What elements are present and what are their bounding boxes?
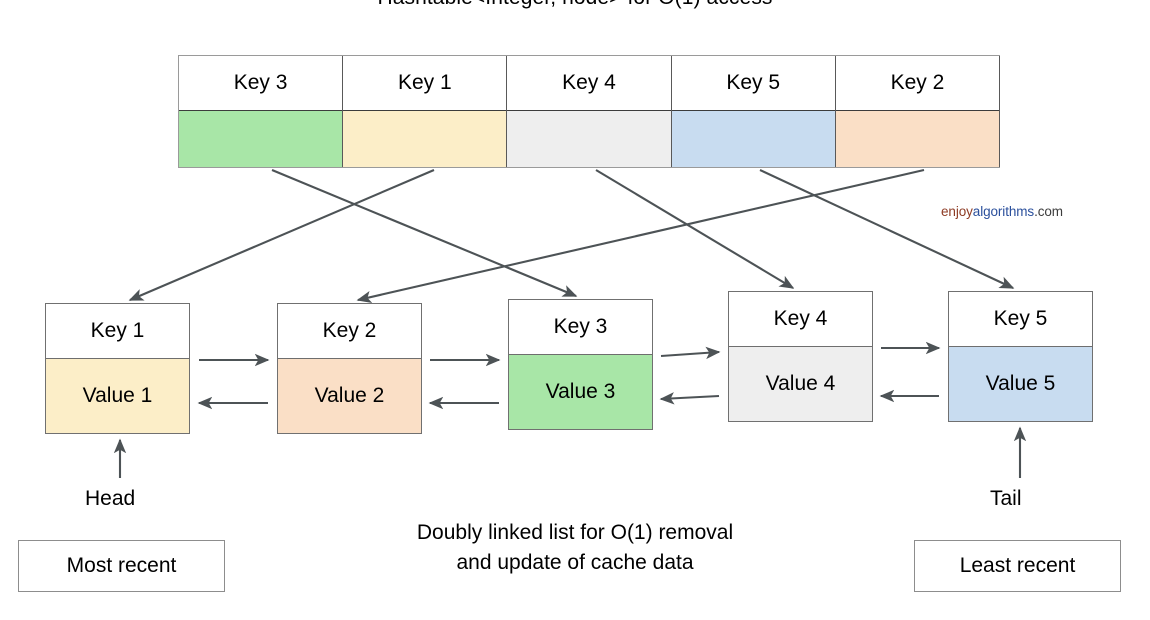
watermark-part-1: enjoy [941,204,973,219]
list-node-value: Value 4 [729,347,872,421]
list-node-key: Key 5 [949,292,1092,347]
hash-to-node-key3 [271,169,578,297]
hashtable-cell-key: Key 5 [671,56,835,111]
hashtable-cell-value-swatch [507,111,671,167]
hashtable-cell-key: Key 4 [507,56,671,111]
hashtable-cell-key: Key 1 [343,56,507,111]
watermark-part-2: algorithms [972,204,1035,219]
list-node-value: Value 3 [509,355,652,429]
list-node: Key 5 Value 5 [948,291,1093,422]
list-node: Key 2 Value 2 [277,303,422,434]
caption-line-2: and update of cache data [456,551,694,574]
list-node: Key 1 Value 1 [45,303,190,434]
hashtable-cell-value-swatch [179,111,343,167]
hashtable-cell: Key 5 [671,56,836,167]
hash-to-node-key4 [595,169,795,289]
hashtable: Key 3 Key 1 Key 4 Key 5 Key 2 [178,55,1001,168]
hashtable-cell-key: Key 3 [179,56,343,111]
prev-pointer-4-3 [659,392,720,405]
hashtable-cell: Key 1 [343,56,508,167]
hash-to-node-key5 [759,169,1015,289]
hashtable-cell-value-swatch [343,111,507,167]
hashtable-cell: Key 2 [835,56,1001,167]
next-pointer-3-4 [660,346,721,360]
hash-to-node-key1 [128,169,435,301]
tail-label: Tail [990,487,1022,510]
hashtable-cell: Key 4 [507,56,672,167]
watermark-part-3: .com [1034,204,1063,219]
list-node-key: Key 3 [509,300,652,355]
page-title: Hashtable<Integer, node> for O(1) access [0,0,1150,10]
diagram-canvas: Hashtable<Integer, node> for O(1) access… [0,0,1150,620]
list-node-value: Value 5 [949,347,1092,421]
hash-to-node-key2 [356,168,925,304]
list-node: Key 4 Value 4 [728,291,873,422]
hashtable-cell-value-swatch [671,111,835,167]
least-recent-box: Least recent [914,540,1121,592]
list-node-key: Key 1 [46,304,189,359]
list-node-value: Value 1 [46,359,189,433]
list-node: Key 3 Value 3 [508,299,653,430]
caption-line-1: Doubly linked list for O(1) removal [416,521,734,544]
hashtable-cell-key: Key 2 [835,56,1000,111]
list-node-key: Key 2 [278,304,421,359]
hashtable-cell-value-swatch [835,111,1000,167]
head-label: Head [85,487,136,510]
most-recent-box: Most recent [18,540,225,592]
list-node-value: Value 2 [278,359,421,433]
hashtable-cell: Key 3 [179,56,344,167]
list-node-key: Key 4 [729,292,872,347]
watermark: enjoyalgorithms.com [941,204,1063,219]
linked-list-caption: Doubly linked list for O(1) removal and … [360,518,790,578]
